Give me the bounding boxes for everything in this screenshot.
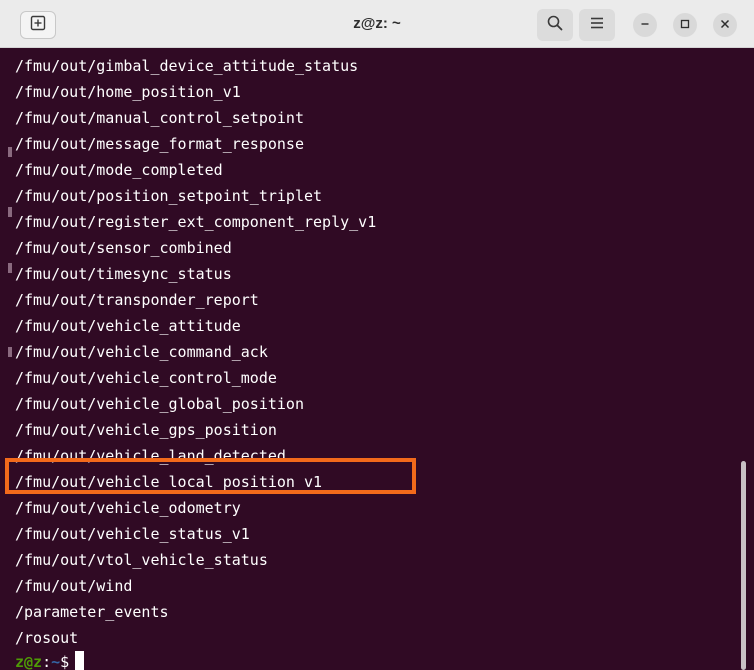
terminal-line: /fmu/out/vehicle_status_v1 xyxy=(15,525,250,543)
terminal-line: /fmu/out/home_position_v1 xyxy=(15,83,241,101)
minimize-icon xyxy=(640,16,650,34)
terminal-line: /fmu/out/message_format_response xyxy=(15,135,304,153)
shell-prompt[interactable]: z@z:~$ xyxy=(15,649,85,670)
highlight-annotation-box xyxy=(5,458,416,494)
text-cursor xyxy=(75,651,85,670)
terminal-line: /fmu/out/vehicle_global_position xyxy=(15,395,304,413)
terminal-line: /fmu/out/vehicle_control_mode xyxy=(15,369,277,387)
maximize-icon xyxy=(680,16,690,34)
terminal-line: /fmu/out/transponder_report xyxy=(15,291,259,309)
terminal-line: /fmu/out/register_ext_component_reply_v1 xyxy=(15,213,377,231)
terminal-line: /fmu/out/vehicle_command_ack xyxy=(15,343,268,361)
terminal-line: /fmu/out/timesync_status xyxy=(15,265,232,283)
scrollbar[interactable] xyxy=(738,48,750,670)
terminal-line: /fmu/out/position_setpoint_triplet xyxy=(15,187,323,205)
terminal-line: /fmu/out/vehicle_attitude xyxy=(15,317,241,335)
terminal-window: z@z: ~ /fmu/out/gimbal_device_attitude_s… xyxy=(0,0,754,670)
terminal-line: /parameter_events xyxy=(15,603,169,621)
menu-button[interactable] xyxy=(579,9,615,41)
prompt-directory: ~ xyxy=(51,653,61,670)
minimize-button[interactable] xyxy=(633,13,657,37)
terminal-line: /fmu/out/manual_control_setpoint xyxy=(15,109,304,127)
close-icon xyxy=(720,16,730,34)
title-bar[interactable]: z@z: ~ xyxy=(0,0,754,48)
terminal-line: /fmu/out/vehicle_gps_position xyxy=(15,421,277,439)
prompt-user-host: z@z xyxy=(15,653,43,670)
terminal-line: /fmu/out/sensor_combined xyxy=(15,239,232,257)
edge-artifact xyxy=(8,263,12,273)
terminal-lines: /fmu/out/gimbal_device_attitude_status /… xyxy=(15,53,376,651)
prompt-separator: : xyxy=(42,653,52,670)
scrollbar-thumb[interactable] xyxy=(741,461,746,670)
terminal-line: /fmu/out/gimbal_device_attitude_status xyxy=(15,57,359,75)
new-tab-icon xyxy=(30,15,46,36)
search-icon xyxy=(547,15,563,36)
hamburger-menu-icon xyxy=(590,16,604,34)
terminal-line: /fmu/out/wind xyxy=(15,577,133,595)
terminal-line: /fmu/out/vtol_vehicle_status xyxy=(15,551,268,569)
search-button[interactable] xyxy=(537,9,573,41)
edge-artifact xyxy=(8,207,12,217)
new-tab-button[interactable] xyxy=(20,11,56,39)
close-button[interactable] xyxy=(713,13,737,37)
maximize-button[interactable] xyxy=(673,13,697,37)
prompt-symbol: $ xyxy=(60,653,70,670)
terminal-output[interactable]: /fmu/out/gimbal_device_attitude_status /… xyxy=(0,48,754,670)
terminal-line: /rosout xyxy=(15,629,79,647)
edge-artifact xyxy=(8,147,12,157)
terminal-line: /fmu/out/vehicle_odometry xyxy=(15,499,241,517)
terminal-line: /fmu/out/mode_completed xyxy=(15,161,223,179)
edge-artifact xyxy=(8,347,12,357)
